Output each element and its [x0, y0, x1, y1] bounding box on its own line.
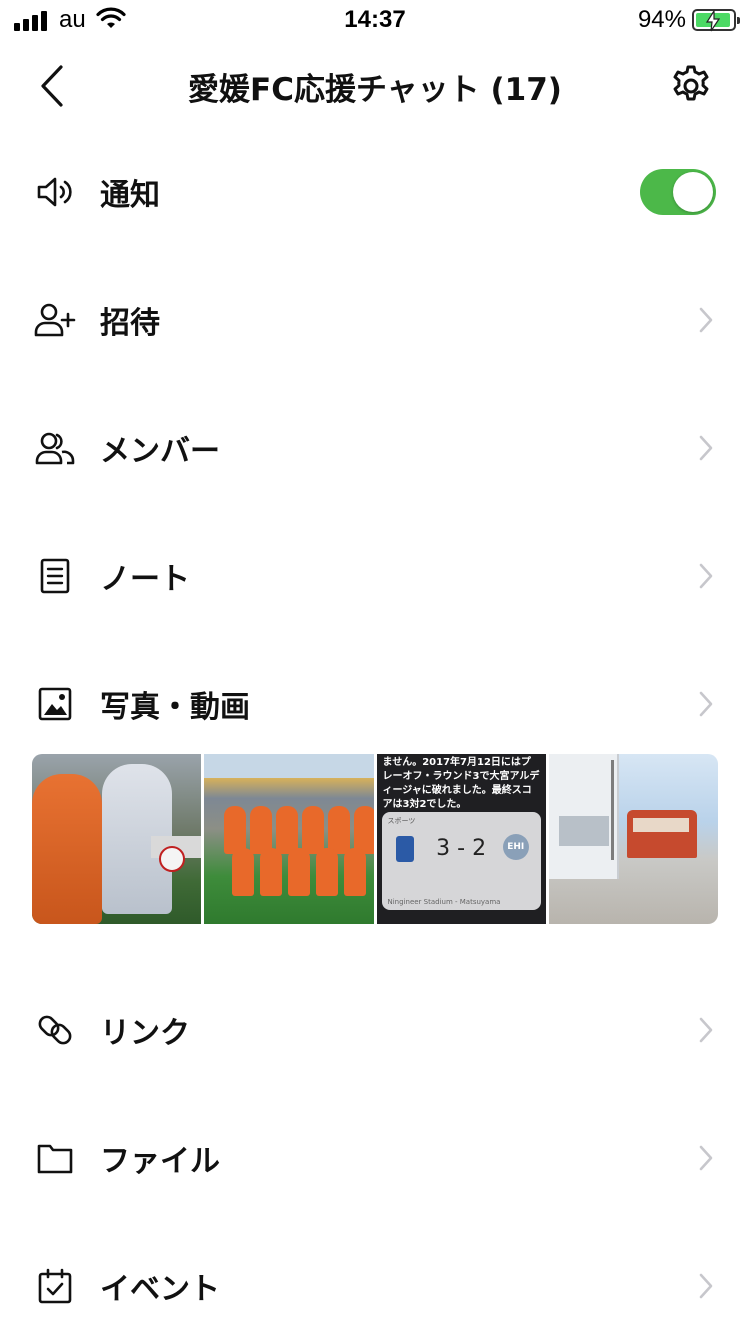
add-person-icon [34, 299, 76, 341]
chevron-left-icon [41, 65, 63, 107]
menu-row-photos[interactable]: 写真・動画 [0, 658, 750, 750]
links-label: リンク [100, 1016, 190, 1051]
menu-row-files[interactable]: ファイル [0, 1112, 750, 1204]
chat-settings-screen: au 14:37 94% 愛媛FC応援チャット (17) 通知 招待 メンバー … [0, 0, 750, 1334]
gear-icon [673, 65, 709, 101]
chevron-right-icon [696, 689, 716, 719]
score-card-footer: Ningineer Stadium - Matsuyama [387, 898, 501, 906]
photos-label: 写真・動画 [100, 690, 250, 725]
chevron-right-icon [696, 561, 716, 591]
photo-thumbnail-team-photo[interactable] [204, 754, 374, 924]
team-players [214, 806, 374, 906]
chevron-right-icon [696, 1271, 716, 1301]
invite-label: 招待 [100, 306, 160, 341]
battery-percent: 94% [637, 6, 686, 33]
speaker-icon [34, 171, 76, 213]
train-car [626, 810, 697, 858]
folder-icon [34, 1137, 76, 1179]
photo-thumbnail-train[interactable] [548, 754, 718, 924]
score-card: スポーツ 3 - 2 EHI Ningineer Stadium - Matsu… [381, 812, 541, 910]
status-right: 94% [637, 6, 740, 34]
charging-bolt-icon [706, 10, 720, 32]
photo-thumbnail-soccer-action[interactable] [32, 754, 202, 924]
files-label: ファイル [100, 1144, 220, 1179]
page-title: 愛媛FC応援チャット (17) [188, 72, 562, 108]
chevron-right-icon [696, 433, 716, 463]
image-icon [34, 683, 76, 725]
battery-icon [692, 9, 740, 32]
chevron-right-icon [696, 1015, 716, 1045]
score-card-category: スポーツ [387, 817, 416, 825]
menu-row-members[interactable]: メンバー [0, 402, 750, 494]
members-label: メンバー [100, 434, 220, 469]
link-icon [34, 1009, 76, 1051]
chevron-right-icon [696, 305, 716, 335]
photo-strip: ません。2017年7月12日にはプレーオフ・ラウンド3で大宮アルディージャに破れ… [32, 754, 718, 924]
screenshot-text: ません。2017年7月12日にはプレーオフ・ラウンド3で大宮アルディージャに破れ… [382, 757, 540, 810]
team-logo-right: EHI [502, 834, 529, 860]
building [548, 754, 619, 879]
settings-button[interactable] [668, 63, 714, 109]
menu-row-notifications[interactable]: 通知 [0, 146, 750, 238]
menu-row-events[interactable]: イベント [0, 1240, 750, 1332]
back-button[interactable] [32, 62, 72, 110]
notes-label: ノート [100, 562, 190, 597]
calendar-icon [34, 1265, 76, 1307]
menu-row-invite[interactable]: 招待 [0, 274, 750, 366]
notifications-toggle[interactable] [640, 169, 716, 215]
header: 愛媛FC応援チャット (17) [0, 44, 750, 128]
player-orange [32, 774, 102, 924]
people-icon [34, 427, 76, 469]
document-icon [34, 555, 76, 597]
events-label: イベント [100, 1272, 220, 1307]
photo-thumbnail-score-screenshot[interactable]: ません。2017年7月12日にはプレーオフ・ラウンド3で大宮アルディージャに破れ… [376, 754, 546, 924]
status-bar: au 14:37 94% [0, 0, 750, 44]
utility-pole [610, 760, 614, 860]
soccer-ball [159, 846, 186, 872]
notifications-label: 通知 [100, 178, 160, 213]
menu-row-links[interactable]: リンク [0, 984, 750, 1076]
chevron-right-icon [696, 1143, 716, 1173]
toggle-knob [673, 172, 713, 212]
menu-row-notes[interactable]: ノート [0, 530, 750, 622]
